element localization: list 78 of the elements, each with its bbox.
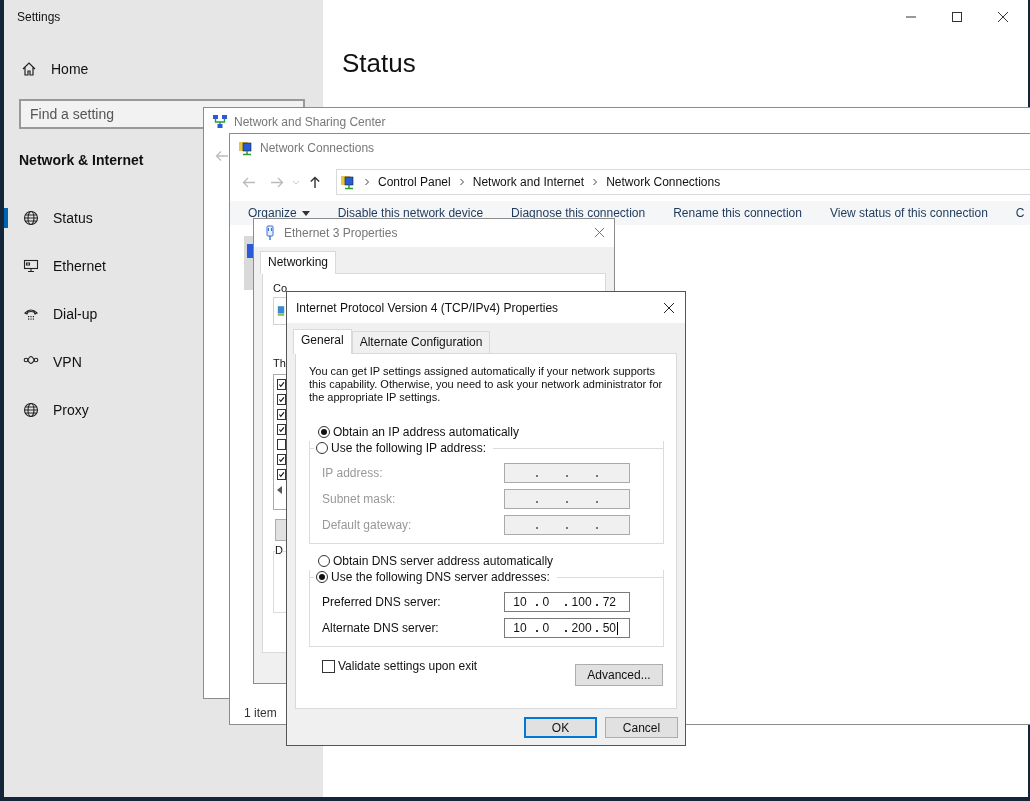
field-label: Preferred DNS server: (322, 595, 441, 609)
toolbar-action[interactable]: Disable this network device (337, 206, 484, 220)
toolbar-action[interactable]: Rename this connection (673, 206, 802, 220)
phone-icon (23, 306, 39, 322)
radio-button[interactable] (316, 442, 328, 454)
radio-button[interactable] (318, 426, 330, 438)
ip-address-field[interactable] (504, 463, 630, 483)
checkbox[interactable] (277, 394, 286, 405)
checkbox[interactable] (277, 379, 286, 390)
sidebar-item[interactable]: VPN (4, 352, 82, 372)
radio-label[interactable]: Use the following DNS server addresses: (331, 570, 550, 584)
breadcrumb-item[interactable]: Network and Internet (472, 175, 585, 189)
chevron-icon (364, 178, 370, 186)
dns-address-field[interactable]: 10 0 200 50 (504, 618, 630, 638)
caret-icon (301, 210, 310, 216)
cancel-button[interactable]: Cancel (605, 717, 678, 738)
home-link[interactable]: Home (51, 61, 89, 77)
breadcrumb-item[interactable]: Control Panel (378, 175, 451, 189)
network-connections-icon (340, 174, 356, 190)
checkbox[interactable] (277, 469, 286, 480)
network-icon (212, 114, 228, 130)
advanced-button[interactable]: Advanced... (575, 664, 663, 686)
close-icon[interactable] (663, 302, 675, 314)
field-label: Alternate DNS server: (322, 621, 439, 635)
ip-address-field[interactable] (504, 515, 630, 535)
window-title: Settings (17, 10, 61, 24)
radio-button[interactable] (318, 555, 330, 567)
window-title: Network Connections (260, 141, 375, 155)
toolbar-action[interactable]: View status of this connection (829, 206, 988, 220)
checkbox-label[interactable]: Validate settings upon exit (338, 659, 478, 673)
group-label: D (275, 544, 283, 556)
checkbox[interactable] (277, 424, 286, 435)
radio-button[interactable] (316, 571, 328, 583)
tab[interactable]: General (293, 329, 352, 354)
window-title: Internet Protocol Version 4 (TCP/IPv4) Properties (296, 300, 559, 315)
intro-text: You can get IP settings assigned automatically if your network supports this capability. Otherwise, you need to ask your network administrator for the appropriate IP settings. (309, 365, 664, 404)
up-arrow-icon[interactable] (308, 175, 322, 189)
checkbox[interactable] (277, 454, 286, 465)
ip-address-field[interactable] (504, 489, 630, 509)
field-label: Th (273, 357, 286, 369)
globe-icon (23, 210, 39, 226)
checkbox[interactable] (277, 409, 286, 420)
tab[interactable]: Alternate Configuration (351, 331, 491, 353)
organize-menu[interactable]: Organize (248, 206, 310, 220)
radio-label[interactable]: Use the following IP address: (331, 441, 487, 455)
ok-button[interactable]: OK (524, 717, 597, 738)
sidebar-item[interactable]: Ethernet (4, 256, 106, 276)
field-label: Co (273, 282, 288, 294)
toolbar-action[interactable]: Diagnose this connection (511, 206, 646, 220)
radio-label[interactable]: Obtain an IP address automatically (333, 425, 519, 439)
address-bar[interactable]: Control Panel Network and Internet Network Connections (336, 169, 1030, 195)
window-title: Ethernet 3 Properties (284, 226, 398, 240)
scroll-left-icon[interactable] (277, 486, 283, 494)
home-icon (21, 61, 37, 77)
field-label: Subnet mask: (322, 492, 396, 506)
maximize-icon[interactable] (951, 11, 963, 23)
status-bar-text: 1 item (244, 706, 277, 720)
sidebar-item[interactable]: Status (4, 208, 93, 228)
toolbar-action[interactable]: C (1015, 206, 1025, 220)
page-title: Status (342, 48, 417, 79)
dns-address-field[interactable]: 10 0 100 72 (504, 592, 630, 612)
field-label: Default gateway: (322, 518, 412, 532)
tab[interactable]: Networking (260, 251, 337, 274)
section-heading: Network & Internet (19, 152, 144, 168)
chevron-icon (592, 178, 599, 186)
close-icon[interactable] (997, 11, 1009, 23)
checkbox[interactable] (277, 439, 286, 450)
monitor-icon (23, 258, 39, 274)
field-label: IP address: (322, 466, 383, 480)
adapter-icon (277, 305, 285, 317)
sidebar-item[interactable]: Proxy (4, 400, 89, 420)
chevron-icon (458, 178, 465, 186)
network-connections-icon (238, 140, 254, 156)
sidebar-item[interactable]: Dial-up (4, 304, 98, 324)
globe-icon (23, 402, 39, 418)
radio-label[interactable]: Obtain DNS server address automatically (333, 554, 554, 568)
breadcrumb-item[interactable]: Network Connections (606, 175, 721, 189)
checkbox[interactable] (322, 659, 335, 673)
